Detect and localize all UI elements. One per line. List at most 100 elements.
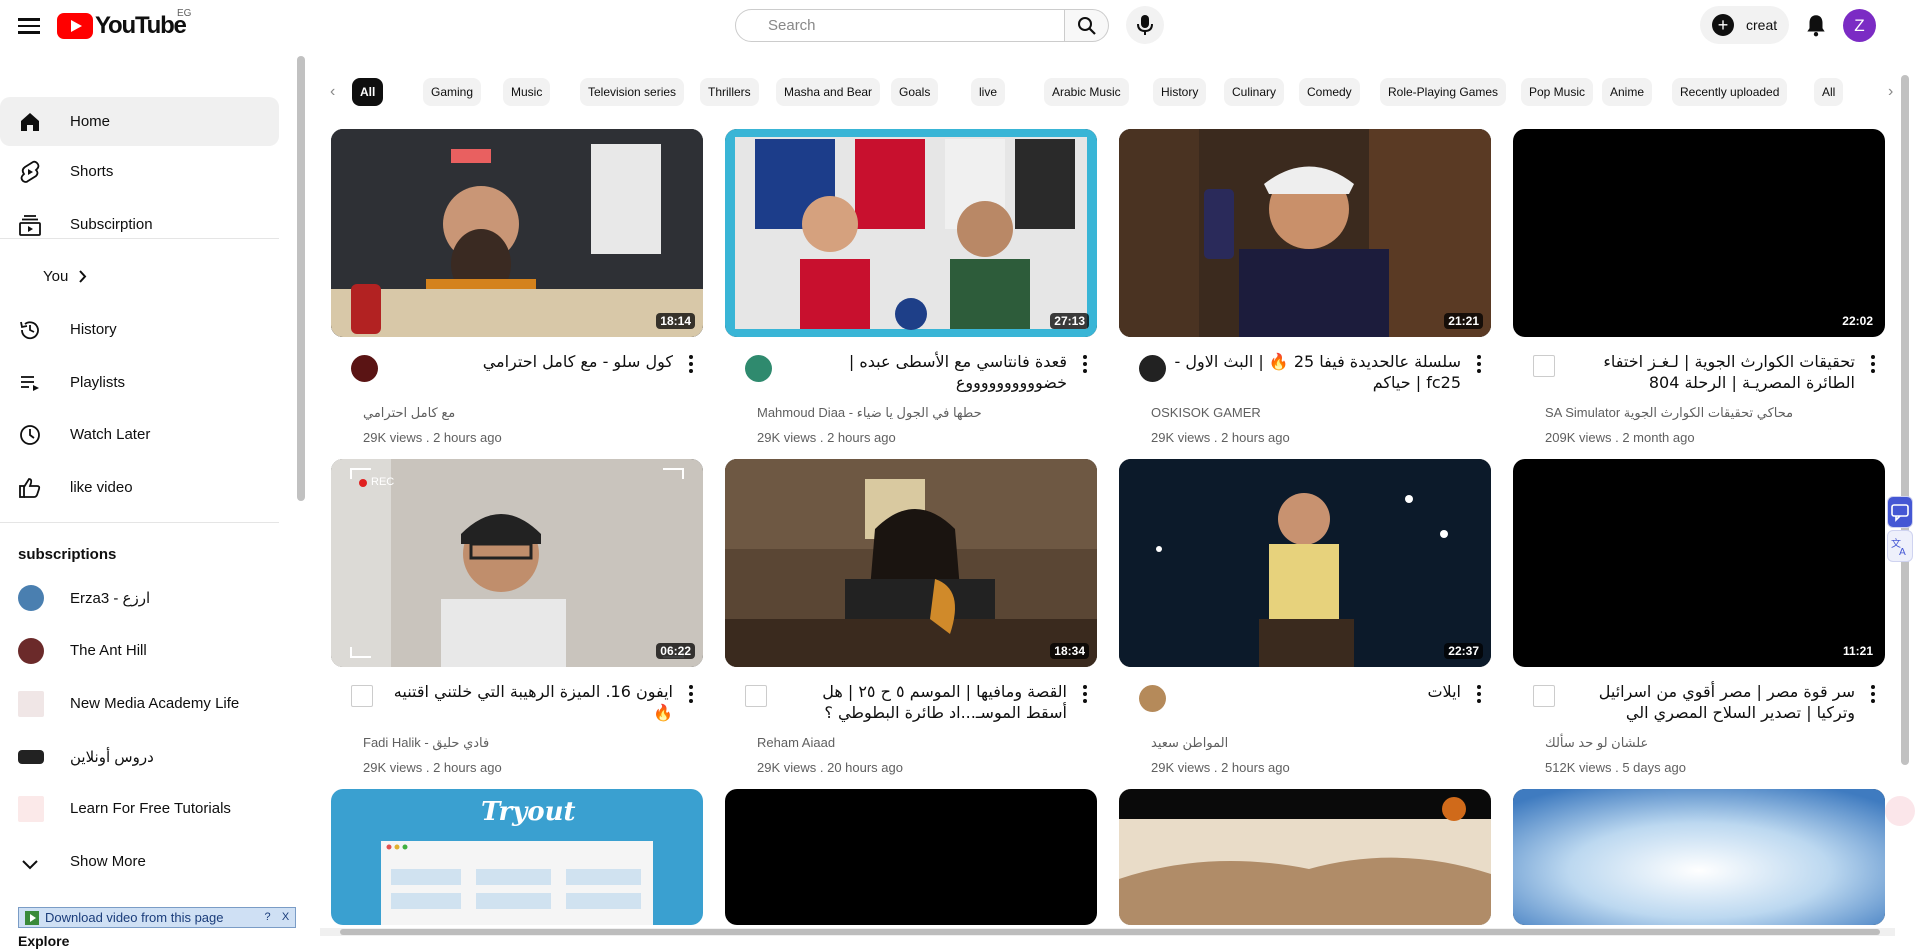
sidebar-subscription-ant-hill[interactable]: The Ant Hill	[0, 626, 279, 675]
more-options-icon[interactable]	[1083, 355, 1087, 373]
chip-role-playing-games[interactable]: Role-Playing Games	[1380, 78, 1507, 106]
chip-live[interactable]: live	[971, 78, 1006, 106]
video-thumbnail[interactable]: 18:14	[331, 129, 703, 337]
chevron-left-icon[interactable]: ‹	[330, 83, 335, 101]
more-options-icon[interactable]	[689, 685, 693, 703]
chip-gaming[interactable]: Gaming	[423, 78, 482, 106]
chip-comedy[interactable]: Comedy	[1299, 78, 1360, 106]
sidebar-subscription-online-lessons[interactable]: دروس أونلاين	[0, 732, 279, 781]
channel-avatar[interactable]	[351, 355, 378, 382]
more-options-icon[interactable]	[1477, 355, 1481, 373]
chip-arabic-music[interactable]: Arabic Music	[1044, 78, 1129, 106]
video-title[interactable]: كول سلو - مع كامل احترامي	[385, 351, 673, 372]
channel-avatar[interactable]	[351, 685, 373, 707]
rec-label: REC	[371, 476, 395, 488]
sidebar-item-liked-videos[interactable]: like video	[0, 463, 279, 512]
video-channel-name[interactable]: Reham Aiaad	[757, 735, 835, 750]
search-input[interactable]: Search	[735, 9, 1065, 42]
sidebar-item-subscriptions[interactable]: Subscirption	[0, 200, 279, 249]
video-thumbnail[interactable]: REC 06:22	[331, 459, 703, 667]
chip-television-series[interactable]: Television series	[580, 78, 685, 106]
video-channel-name[interactable]: المواطن سعيد	[1151, 735, 1228, 751]
more-options-icon[interactable]	[1871, 685, 1875, 703]
sidebar-item-watch-later[interactable]: Watch Later	[0, 410, 279, 459]
channel-avatar[interactable]	[745, 685, 767, 707]
more-options-icon[interactable]	[1477, 685, 1481, 703]
video-channel-name[interactable]: علشان لو حد سألك	[1545, 735, 1648, 751]
more-options-icon[interactable]	[1871, 355, 1875, 373]
vertical-scrollbar-thumb[interactable]	[1901, 75, 1909, 765]
menu-icon[interactable]	[18, 14, 42, 36]
chip-history[interactable]: History	[1153, 78, 1207, 106]
video-thumbnail[interactable]: 18:34	[725, 459, 1097, 667]
voice-search-button[interactable]	[1126, 6, 1164, 44]
extension-translate-button[interactable]: 文A	[1887, 530, 1913, 562]
youtube-logo[interactable]: YouTube	[57, 12, 187, 39]
sidebar-scrollbar[interactable]	[297, 56, 305, 501]
video-duration: 21:21	[1444, 313, 1483, 329]
channel-avatar[interactable]	[1139, 685, 1166, 712]
download-help-button[interactable]: ?	[260, 910, 275, 925]
video-title[interactable]: ايلات	[1173, 681, 1461, 702]
sidebar-item-home[interactable]: Home	[0, 97, 279, 146]
video-title[interactable]: تحقيقات الكوارث الجوية | لـغـز اختفاء ال…	[1567, 351, 1855, 393]
more-options-icon[interactable]	[689, 355, 693, 373]
chip-all[interactable]: All	[352, 78, 384, 106]
channel-avatar[interactable]	[745, 355, 772, 382]
download-close-button[interactable]: X	[278, 910, 293, 925]
sidebar-item-you[interactable]: You	[0, 252, 279, 301]
video-channel-name[interactable]: Mahmoud Diaa - حطها في الجول يا ضياء	[757, 405, 982, 421]
video-title[interactable]: ايفون 16. الميزة الرهيبة التي خلتني اقتن…	[385, 681, 673, 723]
sidebar-subscription-learn-for-free[interactable]: Learn For Free Tutorials	[0, 784, 279, 833]
video-thumbnail[interactable]: 22:02	[1513, 129, 1885, 337]
account-avatar[interactable]: Z	[1843, 9, 1876, 42]
video-thumbnail[interactable]: 27:13	[725, 129, 1097, 337]
create-button[interactable]: + creat	[1700, 6, 1789, 44]
video-title[interactable]: سر قوة مصر | مصر أقوي من اسرائيل وتركيا …	[1567, 681, 1855, 723]
chip-pop-music[interactable]: Pop Music	[1521, 78, 1594, 106]
channel-avatar[interactable]	[1139, 355, 1166, 382]
video-thumbnail[interactable]: Tryout	[331, 789, 703, 925]
sidebar-divider	[0, 238, 279, 239]
sidebar-item-history[interactable]: History	[0, 305, 279, 354]
video-title[interactable]: القصة ومافيها | الموسم ٥ ح ٢٥ | هل أسقط …	[779, 681, 1067, 723]
video-channel-name[interactable]: مع كامل احترامي	[363, 405, 455, 421]
video-channel-name[interactable]: OSKISOK GAMER	[1151, 405, 1261, 420]
chip-culinary[interactable]: Culinary	[1224, 78, 1285, 106]
sidebar-show-more[interactable]: Show More	[0, 837, 279, 886]
notifications-bell-icon[interactable]	[1803, 12, 1829, 38]
channel-avatar[interactable]	[1533, 355, 1555, 377]
sidebar-subscription-new-media[interactable]: New Media Academy Life	[0, 679, 279, 728]
chevron-right-icon[interactable]: ›	[1888, 83, 1893, 101]
video-channel-name[interactable]: SA Simulator محاكي تحقيقات الكوارث الجوي…	[1545, 405, 1793, 421]
chip-masha-and-bear[interactable]: Masha and Bear	[776, 78, 881, 106]
sidebar-item-playlists[interactable]: Playlists	[0, 358, 279, 407]
download-play-icon	[25, 910, 39, 925]
video-thumbnail[interactable]	[1119, 789, 1491, 925]
chip-anime[interactable]: Anime	[1602, 78, 1653, 106]
download-video-bar[interactable]: Download video from this page ? X	[18, 907, 296, 928]
chip-all-end[interactable]: All	[1814, 78, 1844, 106]
chip-thrillers[interactable]: Thrillers	[700, 78, 759, 106]
video-title[interactable]: سلسلة عالحديدة فيفا 25 🔥 | البث الاول - …	[1173, 351, 1461, 393]
video-thumbnail[interactable]	[1513, 789, 1885, 925]
more-options-icon[interactable]	[1083, 685, 1087, 703]
video-thumbnail[interactable]: 21:21	[1119, 129, 1491, 337]
search-button[interactable]	[1065, 9, 1109, 42]
video-meta: 29K views . 2 hours ago	[757, 430, 896, 445]
extension-floating-translate-icon[interactable]	[1885, 796, 1915, 826]
video-thumbnail[interactable]	[725, 789, 1097, 925]
horizontal-scrollbar-thumb[interactable]	[340, 929, 1880, 935]
video-channel-name[interactable]: Fadi Halik - فادي حليق	[363, 735, 489, 751]
sidebar-divider	[0, 522, 279, 523]
sidebar-item-shorts[interactable]: Shorts	[0, 147, 279, 196]
sidebar-subscription-erza3[interactable]: Erza3 - ارزع	[0, 573, 279, 622]
chip-goals[interactable]: Goals	[891, 78, 939, 106]
video-thumbnail[interactable]: 22:37	[1119, 459, 1491, 667]
extension-chat-button[interactable]	[1887, 496, 1913, 528]
channel-avatar[interactable]	[1533, 685, 1555, 707]
video-title[interactable]: قعدة فانتاسي مع الأسطى عبده | خضوووووووو…	[779, 351, 1067, 393]
video-thumbnail[interactable]: 11:21	[1513, 459, 1885, 667]
chip-music[interactable]: Music	[503, 78, 551, 106]
chip-recently-uploaded[interactable]: Recently uploaded	[1672, 78, 1788, 106]
